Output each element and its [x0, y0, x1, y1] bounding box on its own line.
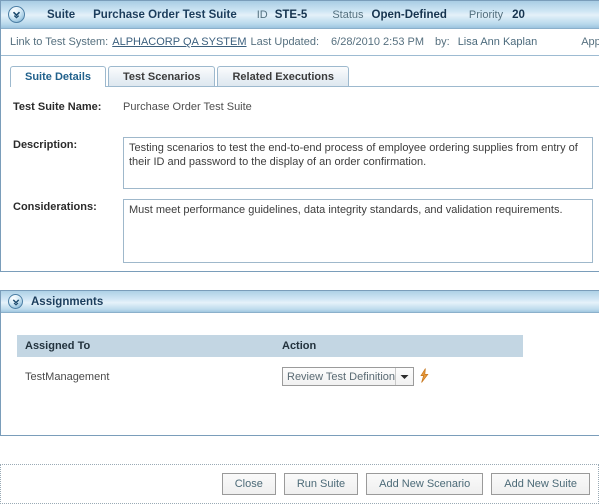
close-button[interactable]: Close — [221, 473, 276, 495]
add-new-suite-button[interactable]: Add New Suite — [491, 473, 590, 495]
chevron-down-circle-icon[interactable] — [8, 294, 23, 309]
considerations-label: Considerations: — [13, 201, 97, 213]
suite-entity-label: Suite — [47, 8, 76, 21]
action-select[interactable]: Review Test Definition — [282, 367, 414, 386]
suite-subheader: Link to Test System: ALPHACORP QA SYSTEM… — [1, 29, 599, 56]
description-input[interactable] — [123, 137, 593, 189]
suite-status-value: Open-Defined — [371, 8, 447, 21]
tab-suite-details[interactable]: Suite Details — [10, 66, 107, 88]
suite-priority-label: Priority — [468, 8, 504, 21]
chevron-down-circle-icon[interactable] — [8, 6, 25, 23]
table-row: TestManagement Review Test Definition — [17, 357, 523, 392]
assignments-panel: Assignments Assigned To Action TestManag… — [0, 290, 599, 436]
row-test-suite-name: Test Suite Name: Purchase Order Test Sui… — [1, 99, 599, 113]
tab-test-scenarios[interactable]: Test Scenarios — [108, 66, 216, 87]
assignments-panel-header: Assignments — [1, 291, 599, 313]
last-updated-value: 6/28/2010 2:53 PM — [331, 36, 424, 48]
updated-by-label: by: — [435, 36, 450, 48]
tab-related-executions[interactable]: Related Executions — [217, 66, 349, 87]
suite-tabbar: Suite Details Test Scenarios Related Exe… — [10, 65, 599, 88]
row-considerations: Considerations: — [1, 199, 599, 263]
test-suite-name-value: Purchase Order Test Suite — [123, 101, 252, 113]
test-suite-name-label: Test Suite Name: — [13, 101, 102, 113]
tab-suite-details-label: Suite Details — [25, 71, 92, 83]
application-label: Application: — [581, 36, 599, 48]
description-label: Description: — [13, 139, 78, 151]
link-to-test-system-label: Link to Test System: — [10, 36, 109, 48]
suite-panel: Suite Purchase Order Test Suite ID STE-5… — [0, 0, 599, 272]
suite-title: Purchase Order Test Suite — [93, 8, 237, 21]
add-new-scenario-button[interactable]: Add New Scenario — [366, 473, 484, 495]
action-control-group: Review Test Definition — [282, 367, 523, 386]
updated-by-value: Lisa Ann Kaplan — [457, 36, 538, 48]
suite-id-label: ID — [256, 8, 268, 21]
suite-panel-header: Suite Purchase Order Test Suite ID STE-5… — [1, 1, 599, 29]
assignments-title: Assignments — [31, 295, 104, 308]
action-select-value: Review Test Definition — [287, 370, 395, 383]
last-updated-label: Last Updated: — [250, 36, 320, 48]
row-description: Description: — [1, 137, 599, 189]
tab-test-scenarios-label: Test Scenarios — [123, 71, 201, 83]
column-assigned-to: Assigned To — [17, 335, 274, 357]
button-bar: Close Run Suite Add New Scenario Add New… — [0, 464, 599, 504]
chevron-down-icon — [395, 368, 413, 385]
cell-action: Review Test Definition — [274, 357, 523, 392]
flash-action-icon[interactable] — [419, 367, 430, 386]
assignments-table: Assigned To Action TestManagement Review… — [17, 335, 523, 392]
table-header-row: Assigned To Action — [17, 335, 523, 357]
column-action: Action — [274, 335, 523, 357]
considerations-input[interactable] — [123, 199, 593, 263]
suite-status-label: Status — [332, 8, 364, 21]
suite-details-body: Test Suite Name: Purchase Order Test Sui… — [1, 99, 599, 271]
tab-related-executions-label: Related Executions — [232, 71, 334, 83]
test-system-link[interactable]: ALPHACORP QA SYSTEM — [112, 36, 246, 48]
run-suite-button[interactable]: Run Suite — [283, 473, 359, 495]
suite-id-value: STE-5 — [274, 8, 308, 21]
cell-assigned-to: TestManagement — [25, 370, 110, 383]
suite-priority-value: 20 — [512, 8, 525, 21]
